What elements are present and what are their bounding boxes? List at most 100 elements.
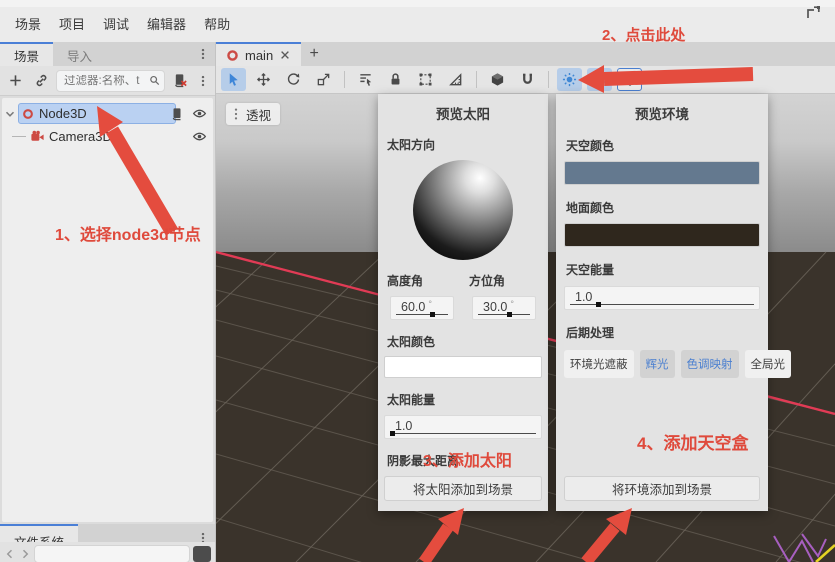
- tree-guide-line: [12, 136, 26, 137]
- local-space-button[interactable]: [485, 68, 510, 91]
- tree-menu-icon[interactable]: [195, 73, 211, 89]
- rotate-tool-button[interactable]: [281, 68, 306, 91]
- list-select-button[interactable]: [353, 68, 378, 91]
- perspective-label: 透视: [246, 108, 272, 123]
- toggle-ambient-occlusion[interactable]: 环境光遮蔽: [564, 350, 634, 378]
- visibility-eye-icon[interactable]: [192, 129, 207, 144]
- scene-filter-field[interactable]: [56, 69, 165, 92]
- annotation-step1: 1、选择node3d节点: [55, 227, 201, 244]
- altitude-label: 高度角: [387, 274, 424, 288]
- sky-energy-spin-slider[interactable]: 1.0: [564, 286, 760, 310]
- list-select-icon: [360, 74, 372, 86]
- scene-tab-main[interactable]: main: [216, 42, 302, 66]
- float-window-icon[interactable]: [805, 5, 821, 26]
- favorites-icon[interactable]: [193, 546, 211, 562]
- sun-panel-title: 预览太阳: [436, 107, 490, 122]
- close-icon[interactable]: [279, 49, 291, 61]
- toolbar-separator: [548, 71, 549, 88]
- node3d-icon: [23, 108, 33, 119]
- sky-color-label: 天空颜色: [566, 139, 615, 153]
- env-panel-title: 预览环境: [635, 107, 689, 122]
- instance-scene-button[interactable]: [30, 70, 52, 92]
- filesystem-path-field[interactable]: [34, 545, 190, 562]
- menu-scene[interactable]: 场景: [6, 11, 50, 36]
- select-tool-button[interactable]: [221, 68, 246, 91]
- add-environment-to-scene-button[interactable]: 将环境添加到场景: [564, 476, 760, 501]
- rotate-tool-icon: [287, 73, 300, 85]
- group-icon: [419, 73, 432, 86]
- sun-direction-sphere[interactable]: [413, 160, 513, 260]
- tab-import[interactable]: 导入: [53, 42, 106, 66]
- sun-environment-options-button[interactable]: [617, 68, 642, 91]
- drag-dots-icon: [234, 108, 238, 120]
- snap-magnet-icon: [523, 73, 532, 84]
- script-icon[interactable]: [170, 107, 184, 121]
- snap-button[interactable]: [515, 68, 540, 91]
- toolbar-separator: [344, 71, 345, 88]
- tab-scene[interactable]: 场景: [0, 42, 54, 66]
- add-scene-tab-button[interactable]: +: [301, 42, 327, 66]
- menu-editor[interactable]: 编辑器: [138, 11, 195, 36]
- altitude-spin-slider[interactable]: 60.0 °: [390, 296, 454, 320]
- scene-tree: Node3D Camera3D: [2, 98, 213, 522]
- more-options-icon: [628, 73, 631, 86]
- godot-editor-window: 场景 项目 调试 编辑器 帮助 场景 导入 过滤器:名称、t Node3D Ca…: [0, 0, 835, 562]
- detach-script-icon[interactable]: [169, 70, 191, 92]
- spatial-toolbar: [216, 66, 835, 94]
- scene-tree-toolbar: [0, 66, 215, 96]
- scale-tool-icon: [317, 73, 330, 86]
- group-button[interactable]: [413, 68, 438, 91]
- toggle-gi[interactable]: 全局光: [744, 350, 791, 378]
- preview-environment-button[interactable]: [587, 68, 612, 91]
- sky-energy-label: 天空能量: [566, 263, 615, 277]
- tree-row-node3d[interactable]: Node3D: [2, 102, 213, 125]
- move-tool-icon: [256, 72, 271, 87]
- lock-button[interactable]: [383, 68, 408, 91]
- post-process-toggles: 环境光遮蔽 辉光 色调映射 全局光: [564, 350, 791, 378]
- scene-dock-tabs: 场景 导入: [0, 42, 215, 66]
- select-tool-icon: [229, 73, 238, 86]
- dock-menu-icon[interactable]: [195, 46, 211, 62]
- node-name: Camera3D: [49, 129, 112, 144]
- move-tool-button[interactable]: [251, 68, 276, 91]
- toggle-tonemap[interactable]: 色调映射: [680, 350, 739, 378]
- add-sun-to-scene-button[interactable]: 将太阳添加到场景: [384, 476, 542, 501]
- tree-row-camera3d[interactable]: Camera3D: [2, 125, 213, 148]
- nav-forward-icon[interactable]: [19, 548, 31, 560]
- nav-back-icon[interactable]: [4, 548, 16, 560]
- sun-icon: [562, 72, 577, 87]
- visibility-eye-icon[interactable]: [192, 106, 207, 121]
- perspective-menu-button[interactable]: 透视: [226, 103, 281, 125]
- toolbar-separator: [476, 71, 477, 88]
- sun-energy-value: 1.0: [395, 418, 413, 433]
- annotation-step3: 3、添加太阳: [423, 453, 512, 470]
- left-dock: 场景 导入 过滤器:名称、t Node3D Camera3D: [0, 42, 216, 562]
- collapse-chevron-icon[interactable]: [3, 107, 17, 121]
- sun-color-swatch[interactable]: [384, 356, 542, 378]
- toggle-glow[interactable]: 辉光: [639, 350, 675, 378]
- add-node-button[interactable]: [4, 70, 26, 92]
- menu-help[interactable]: 帮助: [195, 11, 239, 36]
- menubar: 场景 项目 调试 编辑器 帮助: [0, 0, 835, 42]
- azimuth-value: 30.0: [483, 299, 508, 314]
- ground-color-swatch[interactable]: [564, 223, 760, 247]
- sun-color-label: 太阳颜色: [387, 335, 436, 349]
- menu-project[interactable]: 项目: [50, 11, 94, 36]
- node-name: Node3D: [39, 106, 87, 121]
- scene-filter-input[interactable]: [64, 74, 149, 87]
- scene-tabbar: main +: [216, 42, 835, 66]
- sky-color-swatch[interactable]: [564, 161, 760, 185]
- environment-globe-icon: [593, 73, 606, 86]
- azimuth-spin-slider[interactable]: 30.0 °: [472, 296, 536, 320]
- sky-energy-value: 1.0: [575, 289, 593, 304]
- preview-sun-button[interactable]: [557, 68, 582, 91]
- camera3d-icon: [31, 130, 44, 141]
- scene-tab-icon: [227, 49, 238, 61]
- ruler-button[interactable]: [443, 68, 468, 91]
- sun-energy-spin-slider[interactable]: 1.0: [384, 415, 542, 439]
- annotation-step2: 2、点击此处: [602, 27, 686, 44]
- lock-icon: [391, 73, 400, 85]
- filesystem-dock-header: 文件系统: [0, 524, 215, 562]
- scale-tool-button[interactable]: [311, 68, 336, 91]
- menu-debug[interactable]: 调试: [94, 11, 138, 36]
